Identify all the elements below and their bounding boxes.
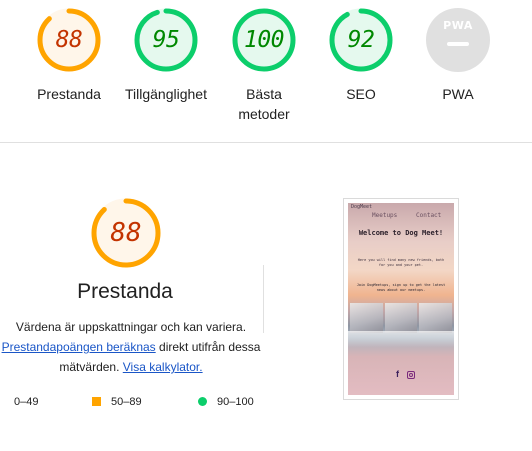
average-square-icon (92, 397, 101, 406)
pass-circle-icon (198, 397, 207, 406)
preview-text-2: Join DogMeetups, sign up to get the late… (356, 283, 446, 292)
score-gauge-performance[interactable]: 88 (37, 8, 101, 72)
score-gauge-seo[interactable]: 92 (329, 8, 393, 72)
performance-score-value: 88 (110, 218, 142, 248)
section-divider (0, 142, 532, 143)
score-gauge-pwa[interactable]: PWA (426, 8, 490, 72)
score-value: 92 (347, 27, 375, 53)
preview-text-1: Here you will find many new friends, bot… (357, 258, 445, 267)
score-label-best-practices: Bästa metoder (238, 86, 290, 122)
pwa-badge-text: PWA (443, 19, 473, 32)
preview-nav-meetups: Meetups (372, 212, 398, 219)
score-gauge-best-practices[interactable]: 100 (232, 8, 296, 72)
preview-dog-image (350, 303, 383, 333)
calculator-link[interactable]: Visa kalkylator. (123, 360, 203, 374)
desc-line1: Värdena är uppskattningar och kan varier… (15, 320, 247, 334)
legend-pass-range: 90–100 (217, 396, 254, 408)
pwa-badge-icon (426, 8, 490, 72)
instagram-icon (407, 371, 415, 379)
desc-end: mätvärden. (59, 360, 120, 374)
performance-description: Värdena är uppskattningar och kan varier… (0, 317, 262, 377)
score-label-accessibility: Tillgänglighet (125, 86, 207, 102)
score-value: 88 (55, 27, 83, 53)
vertical-divider (263, 265, 264, 333)
page-screenshot-preview[interactable]: DogMeet Meetups Contact Welcome to Dog M… (343, 198, 459, 400)
performance-gauge: 88 (90, 197, 162, 269)
legend-average: 50–89 (92, 395, 142, 409)
score-label-pwa: PWA (442, 86, 474, 102)
preview-dog-image (419, 303, 453, 333)
preview-dog-images (350, 303, 453, 333)
score-gauge-accessibility[interactable]: 95 (134, 8, 198, 72)
legend-fail: 0–49 (14, 395, 38, 409)
score-value: 100 (243, 27, 285, 53)
preview-dog-image (384, 303, 418, 333)
preview-page: DogMeet Meetups Contact Welcome to Dog M… (348, 203, 454, 395)
preview-nav-contact: Contact (416, 212, 442, 219)
score-value: 95 (152, 27, 180, 53)
legend-average-range: 50–89 (111, 396, 142, 408)
performance-title: Prestanda (77, 280, 173, 303)
preview-brand: DogMeet (351, 204, 373, 210)
score-label-seo: SEO (346, 86, 376, 102)
facebook-icon: f (396, 369, 399, 379)
legend-pass: 90–100 (198, 395, 254, 409)
desc-mid: direkt utifrån dessa (159, 340, 261, 354)
score-calc-link[interactable]: Prestandapoängen beräknas (2, 340, 156, 354)
legend-fail-range: 0–49 (14, 396, 39, 408)
preview-title: Welcome to Dog Meet! (358, 229, 444, 237)
preview-wave (348, 331, 454, 347)
score-label-performance: Prestanda (37, 86, 101, 102)
